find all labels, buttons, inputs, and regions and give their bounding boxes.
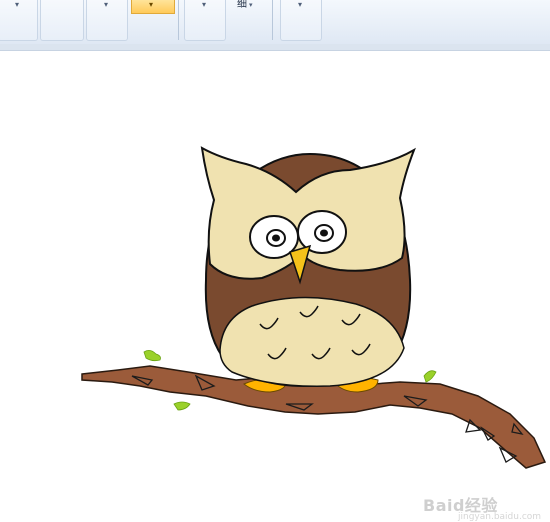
watermark-url: jingyan.baidu.com xyxy=(458,512,542,522)
separator xyxy=(272,0,273,40)
chevron-down-icon[interactable]: ▾ xyxy=(298,1,302,9)
line-thickness-dropdown[interactable]: 细 ▾ xyxy=(237,0,253,11)
chevron-down-icon[interactable]: ▾ xyxy=(15,1,19,9)
tool-group-3[interactable]: ▾ xyxy=(86,0,128,41)
tool-group-4[interactable]: ▾ xyxy=(184,0,226,41)
owl-drawing xyxy=(81,146,547,469)
separator xyxy=(178,0,179,40)
tool-group-2[interactable] xyxy=(40,0,84,41)
chevron-down-icon: ▾ xyxy=(249,1,253,9)
chevron-down-icon[interactable]: ▾ xyxy=(104,1,108,9)
chevron-down-icon[interactable]: ▾ xyxy=(149,1,153,9)
ribbon-toolbar: ▾ ▾ ▾ ▾ 细 ▾ ▾ xyxy=(0,0,550,45)
size-dropdown-button[interactable]: ▾ xyxy=(131,0,175,14)
thin-label: 细 xyxy=(237,0,247,10)
tool-group-1[interactable]: ▾ xyxy=(0,0,38,41)
tool-group-6[interactable]: ▾ xyxy=(280,0,322,41)
ribbon-bottom-strip xyxy=(0,44,550,51)
chevron-down-icon[interactable]: ▾ xyxy=(202,1,206,9)
drawing-canvas[interactable]: Baid经验 jingyan.baidu.com xyxy=(0,51,550,522)
